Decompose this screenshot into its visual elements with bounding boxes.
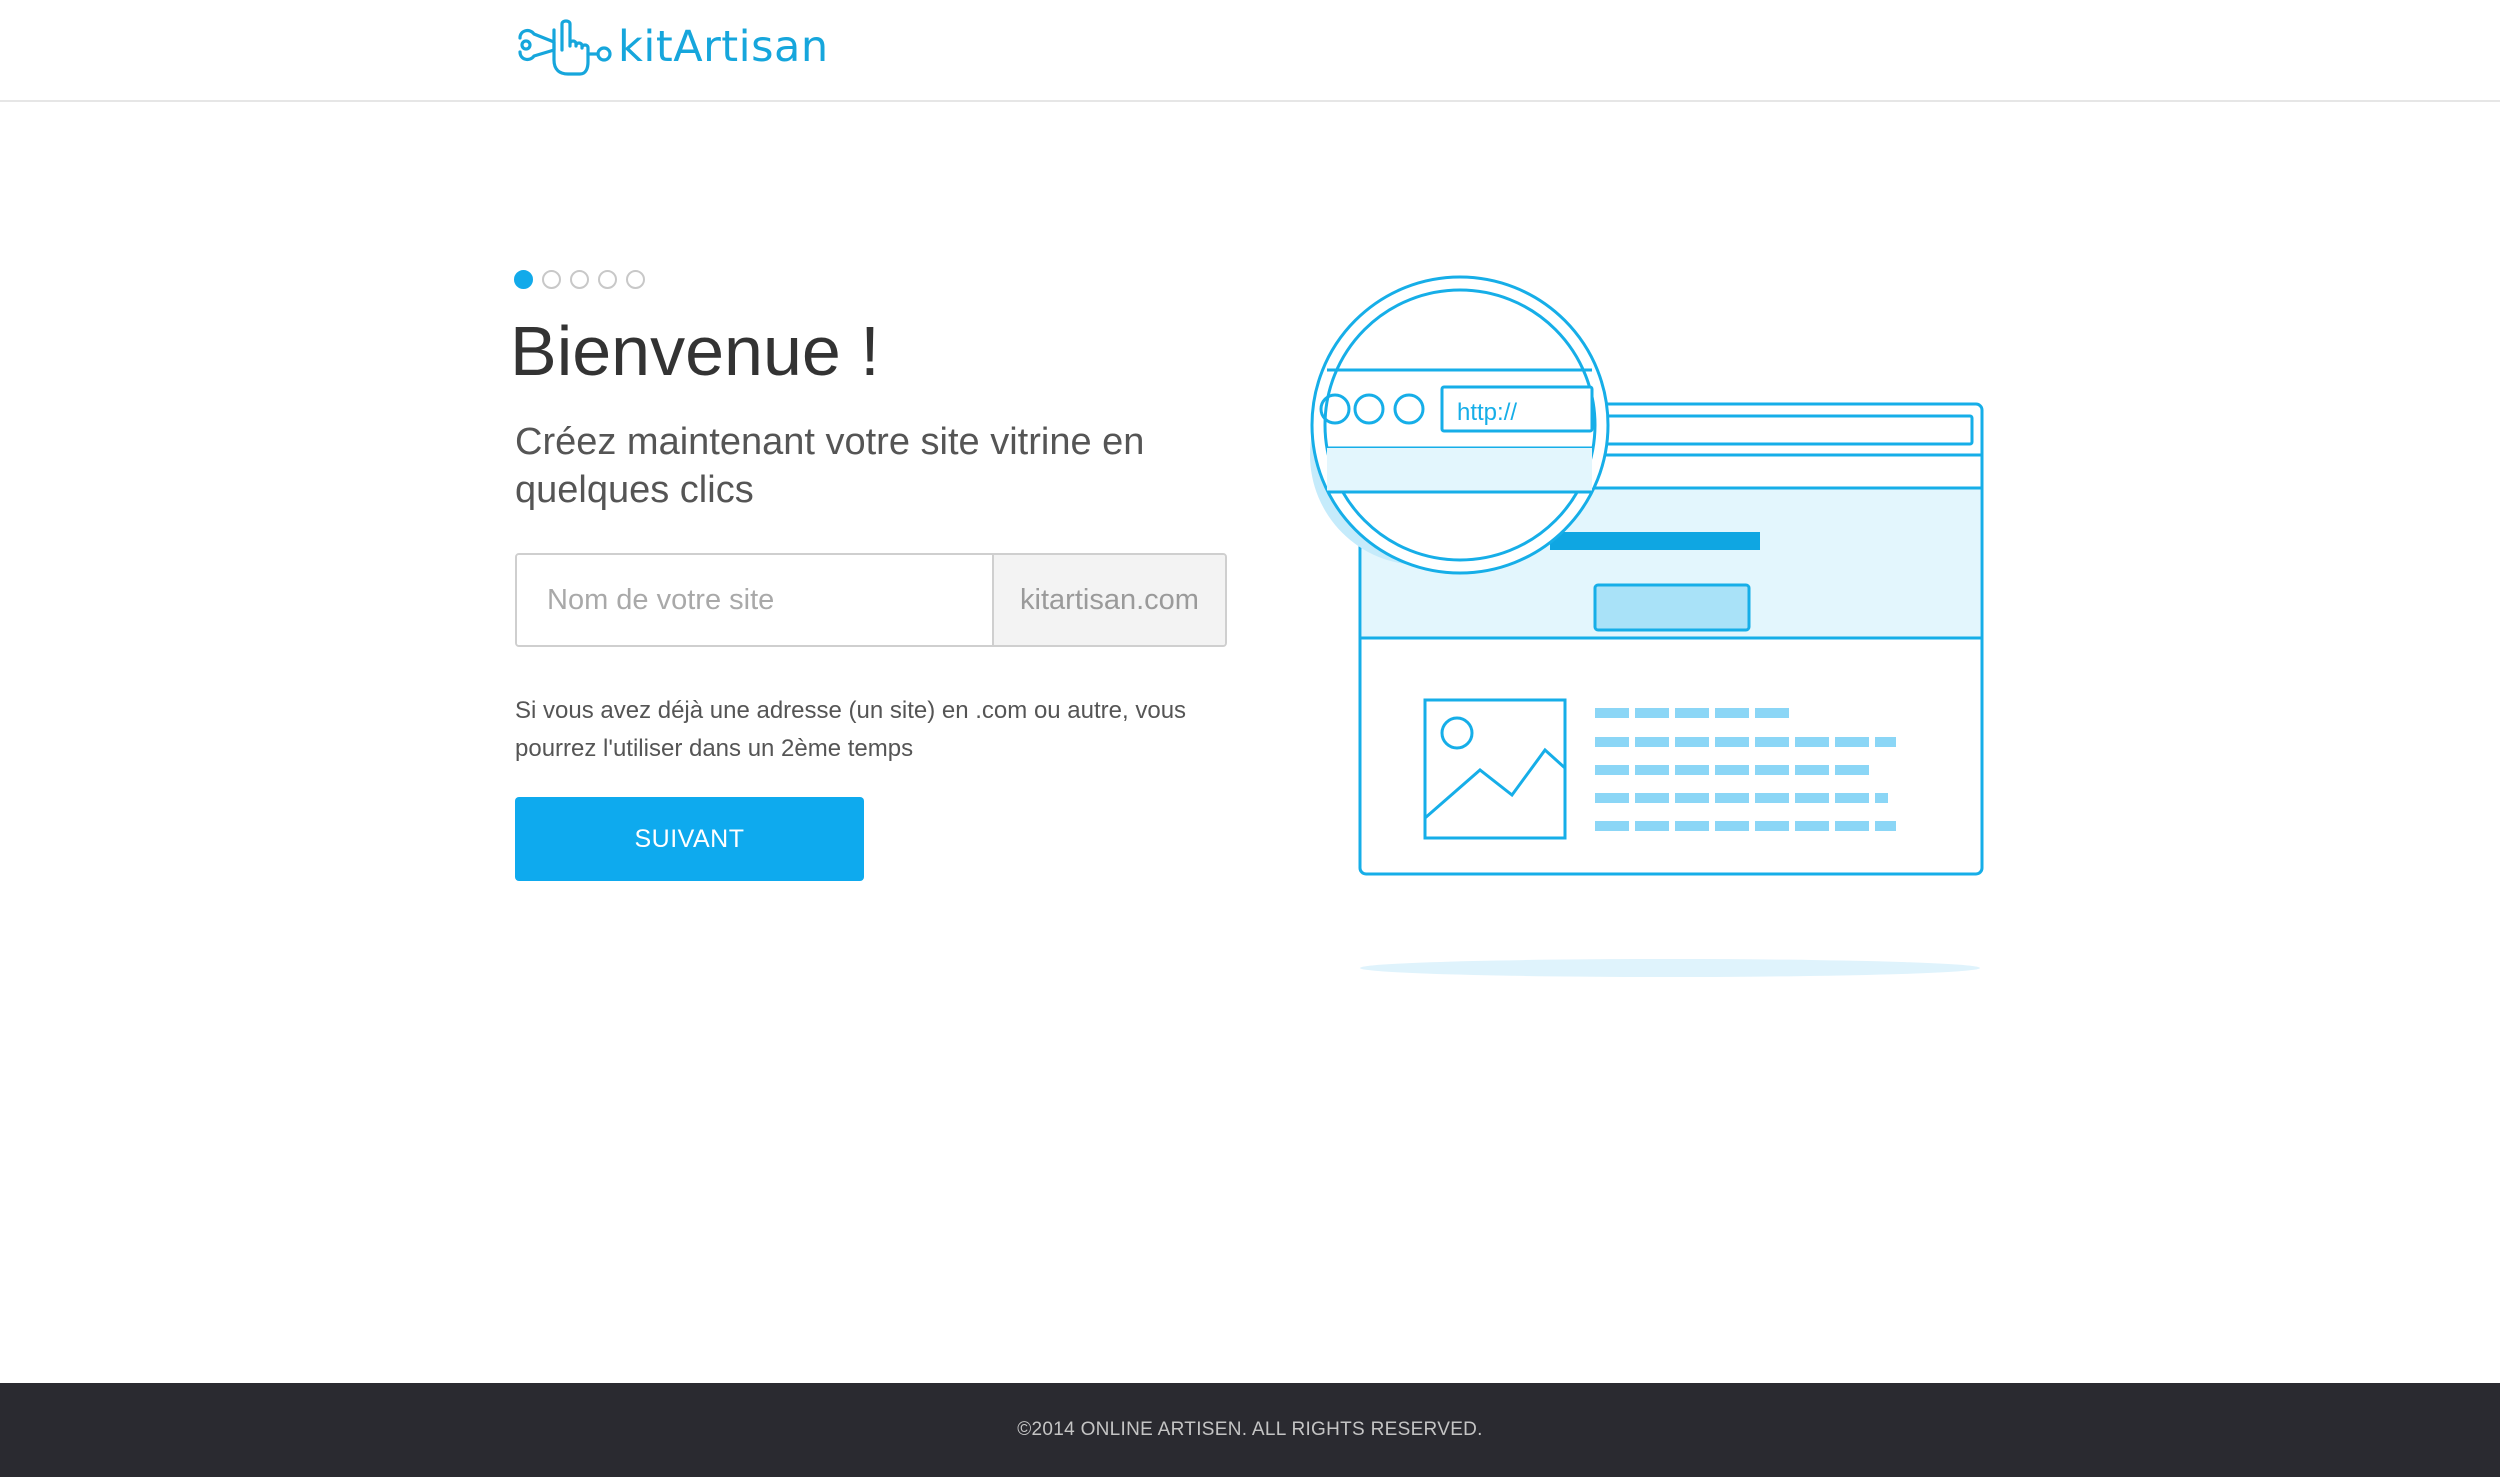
logo[interactable]: kitArtisan <box>514 16 829 78</box>
step-indicator <box>514 270 645 289</box>
domain-suffix: kitartisan.com <box>992 555 1225 645</box>
page-subtitle: Créez maintenant votre site vitrine en q… <box>515 421 1145 511</box>
top-header: kitArtisan <box>0 0 2500 102</box>
next-button[interactable]: SUIVANT <box>515 797 864 881</box>
step-dot-3 <box>570 270 589 289</box>
site-name-input-group: kitartisan.com <box>515 553 1227 647</box>
footer: ©2014 ONLINE ARTISEN. ALL RIGHTS RESERVE… <box>0 1383 2500 1477</box>
website-illustration: http:// <box>1310 275 1984 977</box>
wrench-hand-icon <box>518 19 612 76</box>
domain-hint: Si vous avez déjà une adresse (un site) … <box>515 697 1187 762</box>
step-dot-2 <box>542 270 561 289</box>
copyright-text: ©2014 ONLINE ARTISEN. ALL RIGHTS RESERVE… <box>1017 1419 1483 1440</box>
site-name-input[interactable] <box>517 555 992 645</box>
logo-text: kitArtisan <box>618 22 829 72</box>
step-dot-5 <box>626 270 645 289</box>
step-dot-1 <box>514 270 533 289</box>
url-text: http:// <box>1457 399 1517 426</box>
page-title: Bienvenue ! <box>510 312 880 390</box>
step-dot-4 <box>598 270 617 289</box>
